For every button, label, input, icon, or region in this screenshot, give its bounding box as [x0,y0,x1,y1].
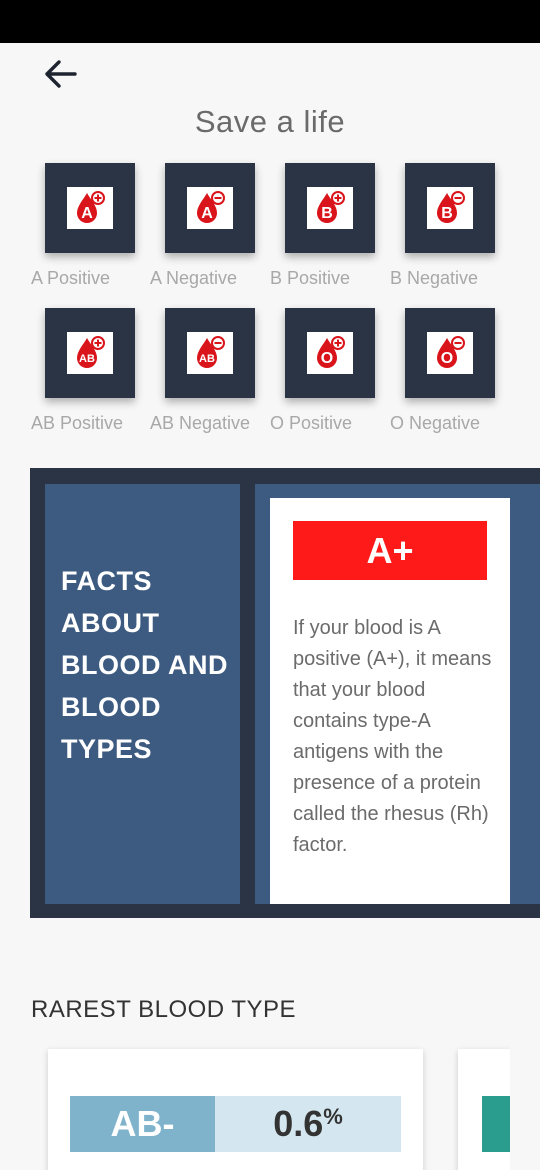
svg-text:B: B [321,205,333,222]
blood-drop-icon: B [317,191,345,223]
rarest-section-title: RAREST BLOOD TYPE [31,996,297,1023]
rarest-percent-value: 0.6 [273,1103,324,1144]
blood-type-label: A Positive [31,268,111,288]
blood-type-tile-o-positive[interactable]: O [285,308,375,398]
blood-type-tile-ab-positive[interactable]: AB [45,308,135,398]
blood-drop-badge: B [307,187,353,229]
blood-type-label: B Negative [390,268,479,288]
fact-text: If your blood is A positive (A+), it mea… [293,617,492,856]
blood-drop-badge: O [307,332,353,374]
blood-drop-icon: A [77,191,105,223]
fact-type-banner: A+ [293,521,487,580]
status-bar [0,0,540,43]
back-button[interactable] [38,54,82,94]
blood-type-tile-b-positive[interactable]: B [285,163,375,253]
rarest-type: AB- [70,1096,215,1152]
blood-type-label: O Positive [270,413,353,433]
blood-type-label: A Negative [150,268,238,288]
rarest-percent: 0.6% [215,1096,401,1152]
blood-drop-icon: A [197,191,225,223]
blood-type-tile-b-negative[interactable]: B [405,163,495,253]
svg-text:A: A [81,205,93,222]
arrow-left-icon [45,60,77,88]
blood-drop-badge: A [67,187,113,229]
blood-drop-icon: AB [77,336,105,368]
svg-text:O: O [441,350,453,367]
blood-drop-badge: O [427,332,473,374]
svg-text:A: A [201,205,213,222]
blood-drop-badge: AB [187,332,233,374]
blood-drop-icon: O [437,336,465,368]
blood-drop-badge: AB [67,332,113,374]
blood-drop-icon: O [317,336,345,368]
carousel-edge [510,1040,540,1170]
rarest-percent-sign: % [323,1104,343,1129]
blood-type-tile-ab-negative[interactable]: AB [165,308,255,398]
blood-drop-badge: B [427,187,473,229]
blood-drop-icon: B [437,191,465,223]
blood-type-label: AB Negative [150,413,251,433]
svg-text:AB: AB [79,353,95,365]
blood-type-tile-a-negative[interactable]: A [165,163,255,253]
blood-drop-icon: AB [197,336,225,368]
blood-drop-badge: A [187,187,233,229]
svg-text:AB: AB [199,353,215,365]
blood-type-label: B Positive [270,268,351,288]
blood-type-label: O Negative [390,413,481,433]
blood-type-label: AB Positive [31,413,124,433]
svg-text:B: B [441,205,453,222]
blood-type-tile-a-positive[interactable]: A [45,163,135,253]
page-title: Save a life [194,104,346,139]
svg-text:O: O [321,350,333,367]
facts-title: FACTS ABOUT BLOOD AND BLOOD TYPES [61,566,228,764]
blood-type-tile-o-negative[interactable]: O [405,308,495,398]
